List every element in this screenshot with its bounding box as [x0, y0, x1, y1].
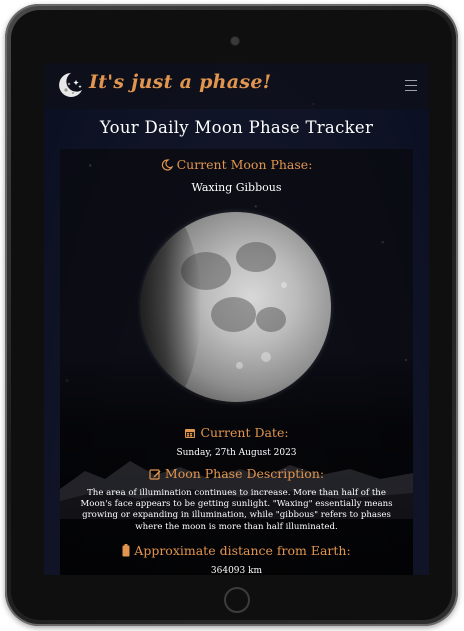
distance-heading: Approximate distance from Earth: — [60, 543, 413, 558]
hamburger-menu-icon[interactable] — [405, 80, 417, 91]
current-date-heading: Current Date: — [60, 425, 413, 440]
current-date-value: Sunday, 27th August 2023 — [176, 448, 297, 458]
navbar: It's just a phase! — [44, 63, 429, 109]
screen: It's just a phase! Your Daily Moon Phase… — [44, 63, 429, 575]
current-phase-heading: Current Moon Phase: — [60, 157, 413, 172]
description-heading-label: Moon Phase Description: — [164, 466, 325, 481]
crescent-moon-stars-icon[interactable] — [55, 70, 85, 100]
tablet-frame: It's just a phase! Your Daily Moon Phase… — [5, 4, 458, 626]
current-phase-heading-label: Current Moon Phase: — [176, 157, 313, 172]
page-title: Your Daily Moon Phase Tracker — [99, 118, 374, 137]
battery-icon — [122, 544, 130, 557]
current-phase-value: Waxing Gibbous — [191, 181, 282, 194]
moon-phase-description: The area of illumination continues to in… — [80, 488, 393, 532]
crescent-moon-icon — [161, 158, 173, 171]
brand-title[interactable]: It's just a phase! — [89, 71, 271, 93]
distance-heading-label: Approximate distance from Earth: — [134, 543, 351, 558]
edit-note-icon — [149, 468, 161, 480]
moon-info-panel: Current Moon Phase: Waxing Gibbous Curre… — [60, 149, 413, 575]
current-date-heading-label: Current Date: — [200, 425, 289, 440]
calendar-icon — [185, 428, 196, 438]
distance-value: 364093 km — [210, 566, 263, 575]
camera-icon — [231, 37, 239, 45]
description-heading: Moon Phase Description: — [60, 466, 413, 481]
waxing-gibbous-moon-image — [141, 212, 331, 402]
home-button[interactable] — [224, 587, 250, 613]
